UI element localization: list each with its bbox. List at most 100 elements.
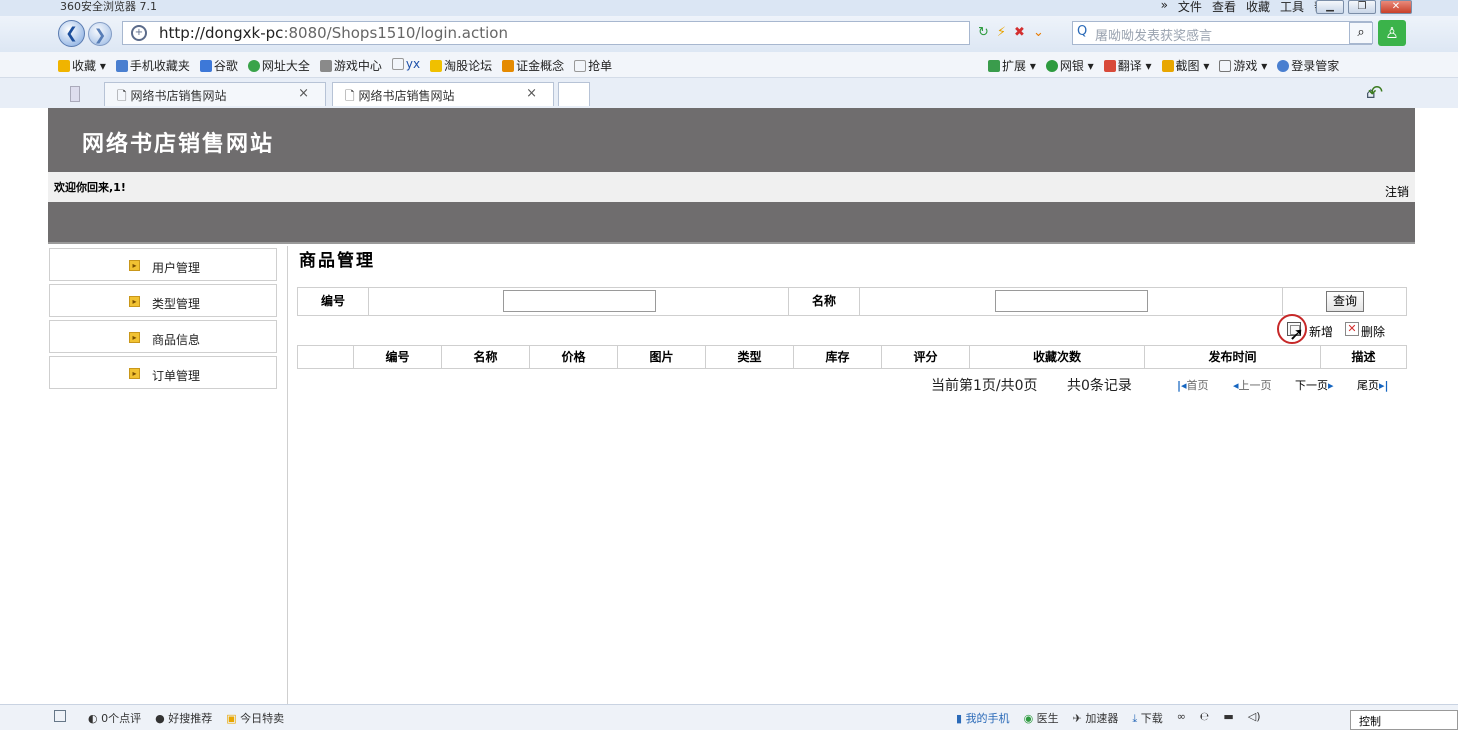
expand-icon[interactable] bbox=[54, 710, 66, 722]
status-item-deals[interactable]: ▣ 今日特卖 bbox=[226, 710, 284, 726]
tool-translate[interactable]: 翻译 ▾ bbox=[1103, 57, 1152, 74]
column-header-price: 价格 bbox=[530, 346, 618, 368]
sidebar-item-product-info[interactable]: ▸ 商品信息 bbox=[49, 320, 277, 353]
status-bar: ◐ 0个点评 ● 好搜推荐 ▣ 今日特卖 ▮ 我的手机 ◉ 医生 ✈ 加速器 ⤓… bbox=[0, 704, 1458, 730]
status-item-recommend[interactable]: ● 好搜推荐 bbox=[155, 710, 212, 726]
tool-extensions[interactable]: 扩展 ▾ bbox=[988, 57, 1036, 74]
fav-item[interactable]: 手机收藏夹 bbox=[115, 57, 190, 74]
page-icon: 🗋 bbox=[345, 89, 359, 103]
tab-title: 网络书店销售网站 bbox=[358, 89, 455, 103]
forward-button[interactable]: ❯ bbox=[88, 22, 112, 46]
column-header-description: 描述 bbox=[1351, 350, 1376, 364]
dropdown-icon[interactable]: ⌄ bbox=[1033, 25, 1044, 40]
menu-file[interactable]: 文件 bbox=[1178, 0, 1202, 15]
name-input[interactable] bbox=[995, 290, 1148, 312]
tool-login-manager[interactable]: 登录管家 bbox=[1277, 57, 1339, 74]
glasses-icon[interactable]: ∞ bbox=[1177, 710, 1186, 726]
refresh-icon[interactable]: ↻ bbox=[978, 25, 989, 40]
id-input[interactable] bbox=[503, 290, 656, 312]
product-table-header: 编号 名称 价格 图片 类型 库存 评分 收藏次数 发布时间 描述 bbox=[297, 345, 1407, 369]
doctor-icon: ◉ bbox=[1023, 712, 1037, 725]
sidebar-item-type-management[interactable]: ▸ 类型管理 bbox=[49, 284, 277, 317]
menu-view[interactable]: 查看 bbox=[1212, 0, 1236, 15]
url-text[interactable]: http://dongxk-pc:8080/Shops1510/login.ac… bbox=[159, 24, 508, 42]
address-bar[interactable]: + http://dongxk-pc:8080/Shops1510/login.… bbox=[122, 21, 970, 45]
tab-2[interactable]: 🗋 网络书店销售网站 × bbox=[332, 82, 554, 106]
tools-list: 扩展 ▾ 网银 ▾ 翻译 ▾ 截图 ▾ 游戏 ▾ 登录管家 bbox=[988, 57, 1339, 74]
mouse-cursor-icon: ➚ bbox=[1289, 324, 1305, 345]
query-button[interactable]: 查询 bbox=[1326, 291, 1364, 312]
fav-item[interactable]: 证金概念 bbox=[502, 57, 564, 74]
comment-icon: ◐ bbox=[88, 712, 102, 725]
menu-more[interactable]: » bbox=[1161, 0, 1168, 15]
tool-screenshot[interactable]: 截图 ▾ bbox=[1161, 57, 1209, 74]
speaker-icon[interactable]: ◁) bbox=[1248, 710, 1261, 726]
tool-games[interactable]: 游戏 ▾ bbox=[1219, 57, 1267, 74]
add-button[interactable]: 新增 bbox=[1309, 323, 1333, 340]
status-item-reviews[interactable]: ◐ 0个点评 bbox=[88, 710, 141, 726]
next-page-link[interactable]: 下一页▸ bbox=[1295, 377, 1334, 393]
fav-item[interactable]: 抢单 bbox=[574, 57, 612, 74]
column-header-id: 编号 bbox=[354, 346, 442, 368]
globe-icon bbox=[247, 60, 260, 72]
fav-item[interactable]: 游戏中心 bbox=[319, 57, 382, 74]
user-icon[interactable]: ♙ bbox=[1378, 20, 1406, 46]
ie-icon[interactable]: ℮ bbox=[1200, 710, 1209, 726]
search-engine-icon[interactable]: Q bbox=[1077, 24, 1087, 39]
welcome-text: 欢迎你回来,1! bbox=[54, 181, 126, 194]
id-cell bbox=[369, 288, 789, 315]
fav-item[interactable]: 淘股论坛 bbox=[430, 57, 492, 74]
menu-favorites[interactable]: 收藏 bbox=[1246, 0, 1270, 15]
fav-item[interactable]: 谷歌 bbox=[199, 57, 238, 74]
last-page-link[interactable]: 尾页▸| bbox=[1357, 377, 1389, 393]
menu-tools[interactable]: 工具 bbox=[1280, 0, 1304, 15]
delete-icon[interactable]: ✕ bbox=[1345, 322, 1359, 336]
column-header-favorites: 收藏次数 bbox=[970, 346, 1145, 368]
close-tab-icon[interactable]: × bbox=[526, 86, 537, 101]
maximize-button[interactable]: ❐ bbox=[1348, 0, 1376, 14]
first-page-link[interactable]: |◂首页 bbox=[1177, 377, 1209, 393]
back-arrow-icon[interactable]: ↶ bbox=[1368, 82, 1383, 103]
sidebar-item-label: 商品信息 bbox=[152, 333, 201, 347]
fav-item[interactable]: 网址大全 bbox=[247, 57, 310, 74]
phone-icon bbox=[115, 60, 128, 72]
status-item-doctor[interactable]: ◉ 医生 bbox=[1024, 710, 1059, 726]
back-button[interactable]: ❮ bbox=[58, 20, 85, 47]
delete-button[interactable]: 删除 bbox=[1361, 323, 1385, 340]
site-title: 网络书店销售网站 bbox=[82, 131, 275, 157]
prev-page-link[interactable]: ◂上一页 bbox=[1233, 377, 1272, 393]
stop-icon[interactable]: ✖ bbox=[1014, 25, 1025, 40]
sidebar-item-order-management[interactable]: ▸ 订单管理 bbox=[49, 356, 277, 389]
fav-item[interactable]: yx bbox=[391, 57, 420, 74]
new-tab-button[interactable] bbox=[558, 82, 590, 106]
favorites-bar: 收藏 ▾ 手机收藏夹 谷歌 网址大全 游戏中心 yx 淘股论坛 证金概念 抢单 … bbox=[0, 52, 1458, 78]
status-item-download[interactable]: ⤓ 下载 bbox=[1132, 710, 1162, 726]
close-tab-icon[interactable]: × bbox=[298, 86, 309, 101]
tab-1[interactable]: 🗋 网络书店销售网站 × bbox=[104, 82, 326, 106]
sidebar-item-user-management[interactable]: ▸ 用户管理 bbox=[49, 248, 277, 281]
last-page-icon: ▸| bbox=[1379, 379, 1389, 392]
gift-icon: ▣ bbox=[226, 712, 241, 725]
action-row: ➚ 新增 ✕ 删除 bbox=[1277, 314, 1407, 345]
fav-item[interactable]: 收藏 ▾ bbox=[58, 57, 106, 74]
rocket-icon: ✈ bbox=[1072, 712, 1086, 725]
phone-icon: ▮ bbox=[956, 712, 966, 725]
scissors-icon bbox=[1161, 60, 1174, 72]
control-popup[interactable]: 控制 bbox=[1350, 710, 1458, 730]
window-icon[interactable]: ▬ bbox=[1223, 710, 1233, 726]
tool-bank[interactable]: 网银 ▾ bbox=[1045, 57, 1094, 74]
search-box[interactable]: Q 屠呦呦发表获奖感言 bbox=[1072, 21, 1372, 45]
speed-icon[interactable]: ⚡ bbox=[997, 25, 1006, 40]
minimize-button[interactable]: ▁ bbox=[1316, 0, 1344, 14]
search-icon[interactable]: ⌕ bbox=[1349, 22, 1373, 44]
yen-icon bbox=[1045, 60, 1058, 72]
status-item-accelerator[interactable]: ✈ 加速器 bbox=[1073, 710, 1119, 726]
sidebar-toggle-icon[interactable] bbox=[70, 86, 80, 102]
star-icon bbox=[58, 60, 70, 72]
sidebar-item-label: 用户管理 bbox=[152, 261, 201, 275]
close-window-button[interactable]: ✕ bbox=[1380, 0, 1412, 14]
sidebar-item-label: 订单管理 bbox=[152, 369, 201, 383]
logout-link[interactable]: 注销 bbox=[1385, 183, 1409, 200]
google-icon bbox=[199, 60, 212, 72]
status-item-my-phone[interactable]: ▮ 我的手机 bbox=[956, 710, 1010, 726]
